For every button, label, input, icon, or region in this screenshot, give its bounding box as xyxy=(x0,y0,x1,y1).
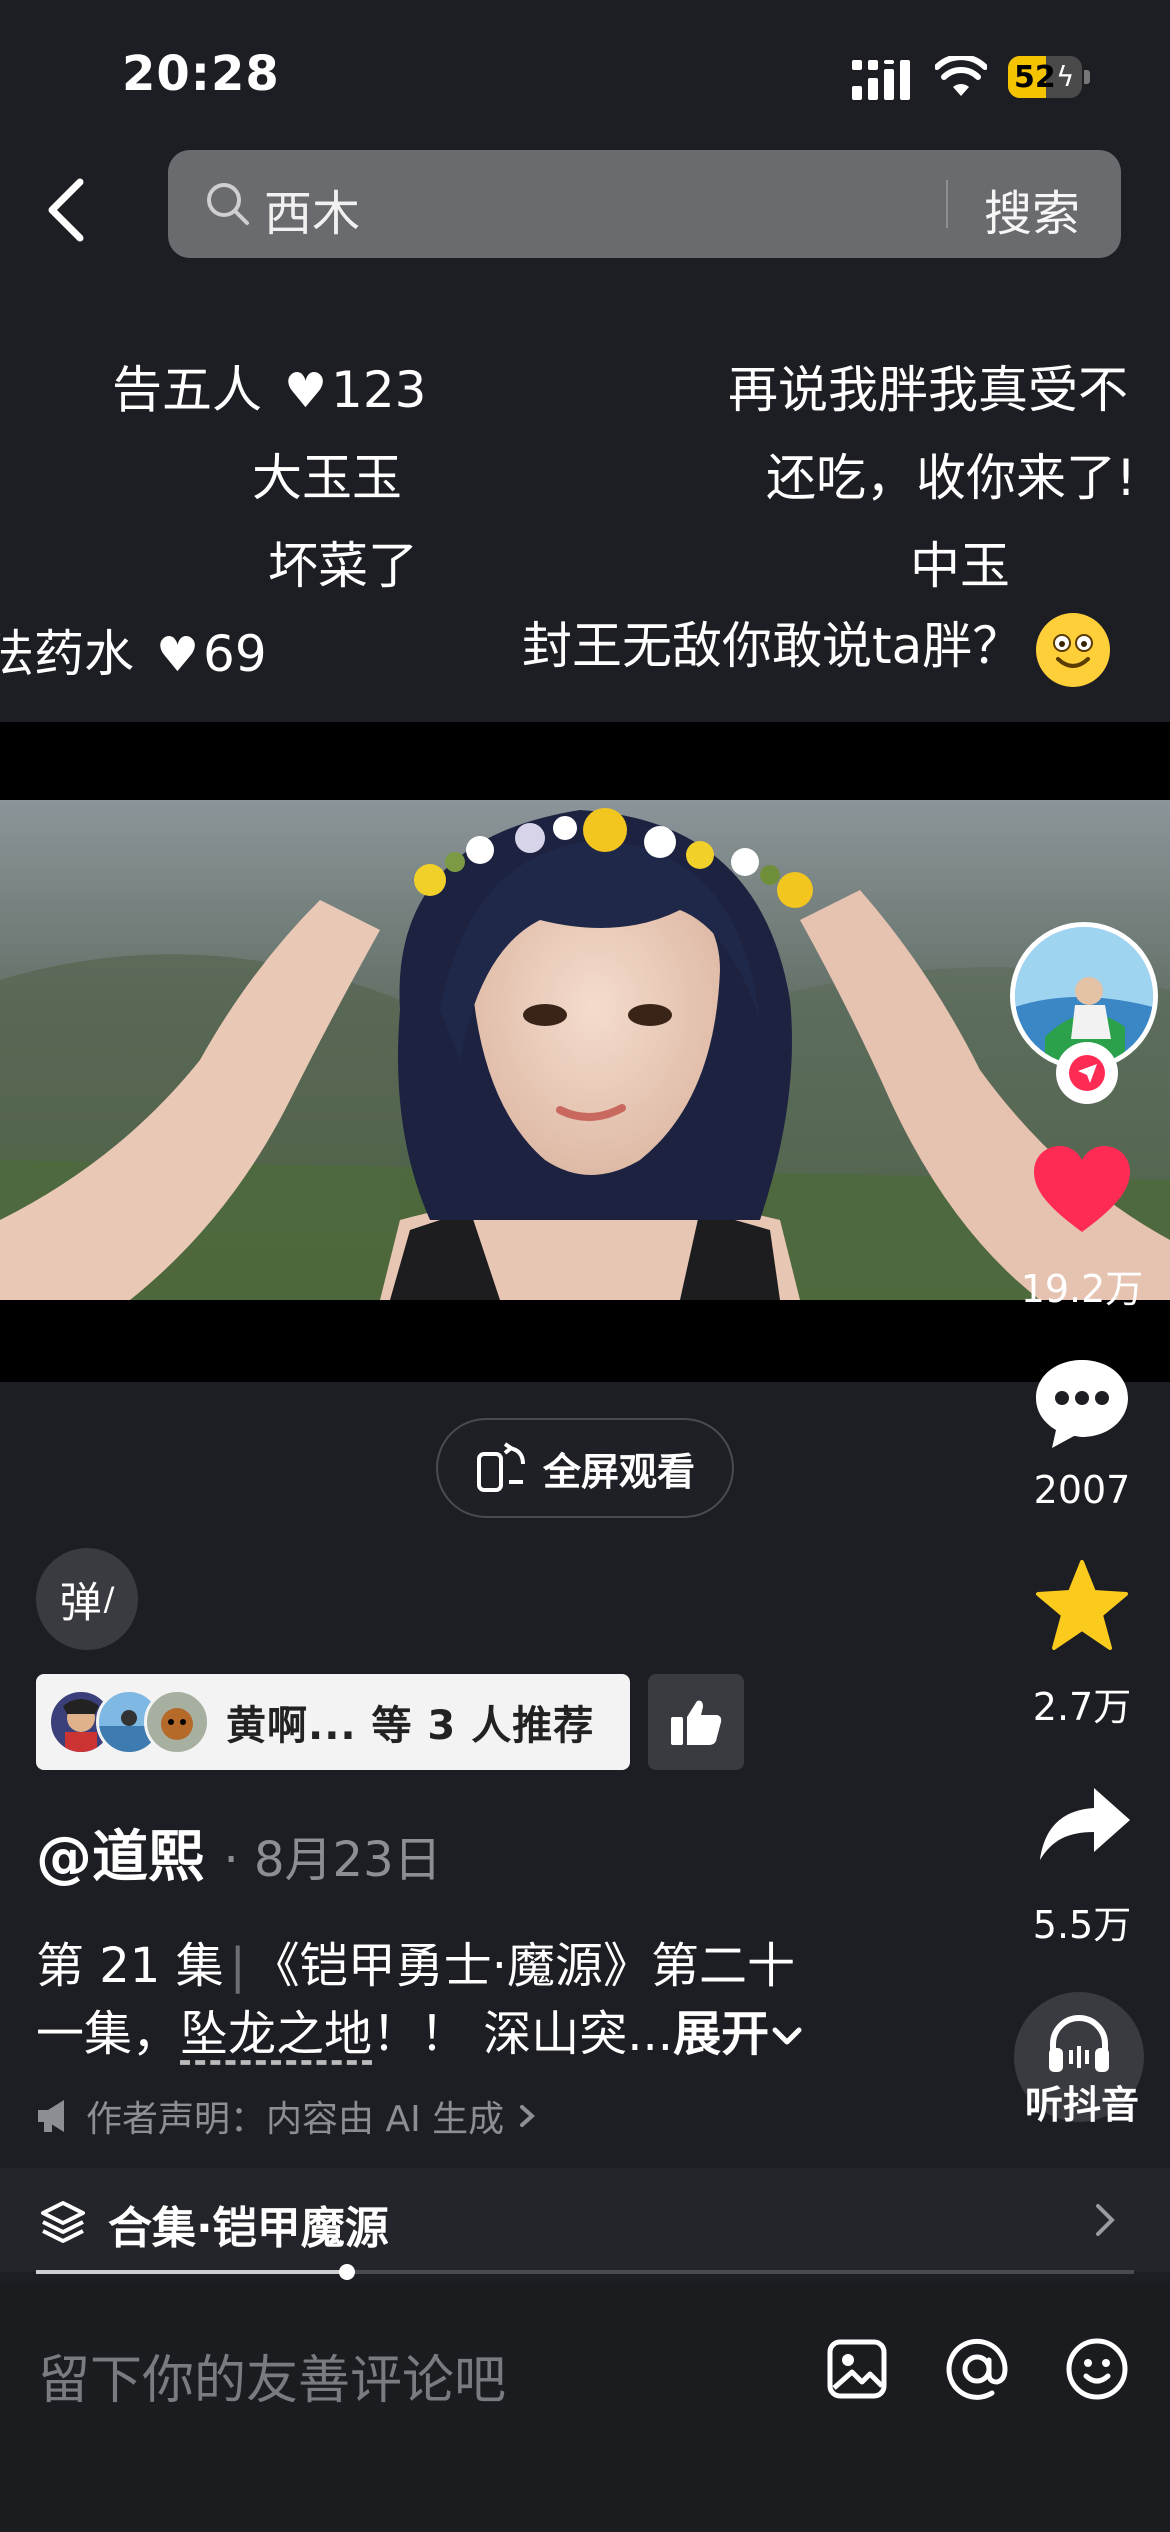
megaphone-icon xyxy=(38,2100,64,2132)
collection-label: 合集·铠甲魔源 xyxy=(108,2203,389,2254)
danmaku-toggle-button[interactable]: 弹 / xyxy=(36,1548,138,1650)
expand-button[interactable]: 展开 xyxy=(673,2006,769,2062)
favorite-count: 2.7万 xyxy=(1032,1685,1132,1729)
status-time: 20:28 xyxy=(122,46,280,102)
danmaku-item: 告五人 ♥123 xyxy=(112,361,427,419)
recommend-bar[interactable]: 黄啊... 等 3 人推荐 xyxy=(36,1674,630,1770)
post-date: 8月23日 xyxy=(254,1832,442,1888)
danmaku-item: 还吃，收你来了! xyxy=(766,449,1137,507)
danmaku-toggle-label: 弹 xyxy=(59,1577,102,1627)
search-button[interactable]: 搜索 xyxy=(984,174,1080,244)
danmaku-item: 再说我胖我真受不 xyxy=(728,361,1128,419)
signal-icon xyxy=(852,60,910,100)
share-count: 5.5万 xyxy=(1032,1903,1132,1947)
chevron-right-icon xyxy=(520,2105,536,2127)
heart-icon: ♥ xyxy=(284,363,328,419)
comment-count: 2007 xyxy=(1033,1468,1131,1512)
search-input[interactable]: 西木 搜索 xyxy=(168,150,1121,258)
like-button[interactable] xyxy=(1032,1144,1132,1236)
wifi-icon xyxy=(935,56,987,96)
mention-icon[interactable] xyxy=(944,2336,1010,2402)
author-name[interactable]: @道熙 xyxy=(36,1825,204,1890)
share-button[interactable] xyxy=(1036,1784,1132,1864)
author-line[interactable]: @道熙 · 8月23日 xyxy=(36,1812,442,1893)
comment-bar: 留下你的友善评论吧 xyxy=(0,2282,1170,2532)
danmaku-item: 法药水 ♥69 xyxy=(0,625,267,683)
fullscreen-button[interactable]: 全屏观看 xyxy=(436,1418,734,1518)
layers-icon xyxy=(41,2201,85,2243)
back-button[interactable] xyxy=(38,170,98,250)
recommend-thumbs-up-button[interactable] xyxy=(648,1674,744,1770)
collection-bar[interactable]: 合集·铠甲魔源 xyxy=(0,2168,1170,2272)
description-line-1: 第 21 集 | 《铠甲勇士·魔源》第二十 xyxy=(36,1938,796,1994)
chevron-right-icon xyxy=(1096,2204,1115,2236)
follow-button[interactable] xyxy=(1056,1042,1118,1104)
description-line-2[interactable]: 一集，坠龙之地！！ 深山突...展开 xyxy=(36,1994,805,2064)
comment-input[interactable]: 留下你的友善评论吧 xyxy=(38,2338,506,2413)
favorite-button[interactable] xyxy=(1034,1560,1130,1652)
send-icon xyxy=(1069,1055,1105,1091)
ai-disclosure[interactable]: 作者声明：内容由 AI 生成 xyxy=(36,2090,538,2142)
danmaku-item: 中玉 xyxy=(910,537,1010,595)
smile-emoji-icon xyxy=(1036,612,1111,687)
danmaku-item: 封王无敌你敢说ta胖？ xyxy=(522,606,1111,687)
rotate-screen-icon xyxy=(476,1442,525,1492)
emoji-icon[interactable] xyxy=(1064,2336,1130,2402)
chevron-down-icon xyxy=(772,2027,802,2045)
heart-icon: ♥ xyxy=(156,627,200,683)
headphones-icon xyxy=(1049,2015,1109,2072)
comment-button[interactable] xyxy=(1032,1356,1132,1452)
author-avatar[interactable] xyxy=(1010,922,1160,1104)
recommender-avatar xyxy=(144,1689,210,1755)
danmaku-item: 大玉玉 xyxy=(252,449,402,507)
search-query: 西木 xyxy=(264,186,361,242)
topic-link[interactable]: 坠龙之地 xyxy=(180,2006,372,2062)
video-progress-fill xyxy=(36,2270,347,2274)
like-count: 19.2万 xyxy=(1020,1267,1144,1311)
video-frame-image xyxy=(0,800,1170,1300)
listen-label: 听抖音 xyxy=(1024,2083,1139,2127)
battery-percent: 52 xyxy=(1014,60,1056,95)
battery-indicator: 52 ϟ xyxy=(1008,56,1090,98)
thumbs-up-icon xyxy=(671,1700,722,1745)
search-icon xyxy=(207,183,249,225)
video-progress-handle[interactable] xyxy=(338,2264,355,2280)
image-icon[interactable] xyxy=(826,2338,888,2400)
danmaku-item: 坏菜了 xyxy=(268,537,418,595)
charging-icon: ϟ xyxy=(1056,60,1075,93)
recommend-text: 黄啊... 等 3 人推荐 xyxy=(226,1703,595,1749)
